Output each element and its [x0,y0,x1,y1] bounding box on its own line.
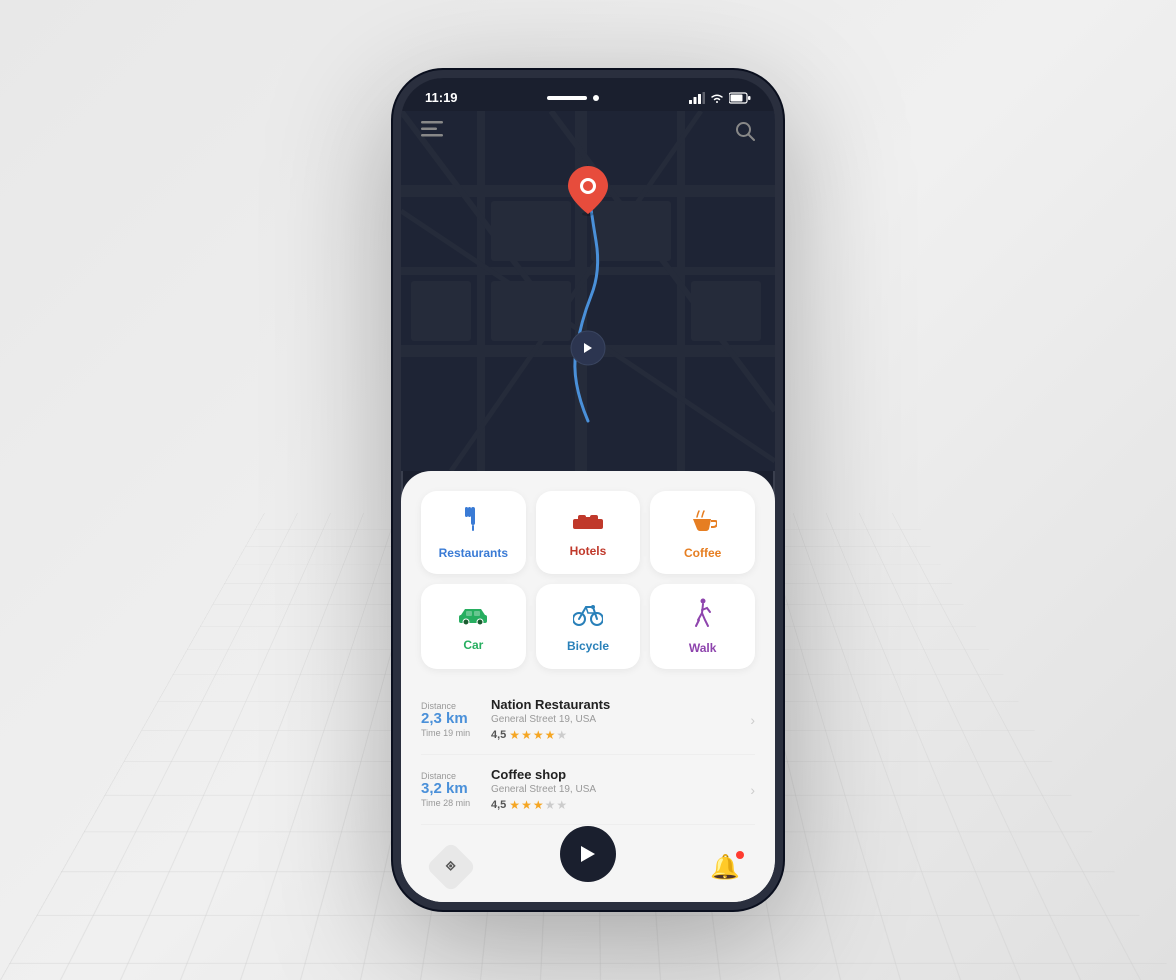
stars-container: ★★★★★ [509,728,567,742]
diamond-icon [444,859,458,876]
star-2: ★ [521,728,532,742]
menu-icon[interactable] [421,121,443,146]
place-item-coffee-shop[interactable]: Distance 3,2 km Time 28 min Coffee shop … [421,755,755,825]
phone-screen: 11:19 [401,78,775,902]
category-car[interactable]: Car [421,584,526,669]
nav-diamond [426,842,477,893]
star-3: ★ [533,728,544,742]
wifi-icon [709,92,725,104]
status-bar: 11:19 [401,78,775,111]
star-2: ★ [521,798,532,812]
star-5: ★ [556,728,567,742]
rating-number: 4,5 [491,729,506,741]
star-4: ★ [545,798,556,812]
bicycle-label: Bicycle [567,639,609,653]
place-address: General Street 19, USA [491,714,742,725]
bottom-sheet: Restaurants Hotels Coffee Car Bicycle [401,471,775,902]
category-coffee[interactable]: Coffee [650,491,755,574]
restaurants-icon [459,505,487,540]
place-name: Nation Restaurants [491,697,742,712]
map-topbar [401,121,775,146]
time-label: Time 19 min [421,728,481,738]
bicycle-icon [573,600,603,633]
star-4: ★ [545,728,556,742]
current-location-indicator [570,330,606,371]
chevron-icon: › [742,712,755,728]
category-restaurants[interactable]: Restaurants [421,491,526,574]
place-rating: 4,5 ★★★★★ [491,728,742,742]
car-icon [457,601,489,632]
coffee-label: Coffee [684,546,721,560]
distance-value: 3,2 km [421,781,481,798]
star-3: ★ [533,798,544,812]
category-hotels[interactable]: Hotels [536,491,641,574]
star-1: ★ [509,728,520,742]
status-notch [547,95,599,101]
hotels-icon [572,507,604,538]
star-5: ★ [556,798,567,812]
walk-label: Walk [689,641,717,655]
notch-dot [593,95,599,101]
destination-pin [568,166,608,221]
place-list: Distance 2,3 km Time 19 min Nation Resta… [421,685,755,825]
place-info: Coffee shop General Street 19, USA 4,5 ★… [491,767,742,812]
search-icon[interactable] [735,121,755,146]
place-distance: Distance 3,2 km Time 28 min [421,771,491,808]
stars-container: ★★★★★ [509,798,567,812]
time-label: Time 28 min [421,798,481,808]
car-label: Car [463,638,483,652]
phone-mockup: 11:19 [393,70,783,910]
star-1: ★ [509,798,520,812]
signal-icon [689,92,705,104]
status-time: 11:19 [425,90,458,105]
place-address: General Street 19, USA [491,784,742,795]
map-area [401,111,775,471]
walk-icon [692,598,714,635]
phone-body: 11:19 [393,70,783,910]
notification-badge [736,851,744,859]
restaurants-label: Restaurants [439,546,508,560]
place-info: Nation Restaurants General Street 19, US… [491,697,742,742]
bell-nav-button[interactable]: 🔔 [705,847,745,887]
place-distance: Distance 2,3 km Time 19 min [421,701,491,738]
distance-value: 2,3 km [421,711,481,728]
bell-icon: 🔔 [710,854,740,881]
chevron-icon: › [742,782,755,798]
category-bicycle[interactable]: Bicycle [536,584,641,669]
status-icons [689,92,751,104]
map-background [401,111,775,471]
rating-number: 4,5 [491,799,506,811]
hotels-label: Hotels [570,544,607,558]
coffee-icon [689,505,717,540]
place-item-nation-restaurants[interactable]: Distance 2,3 km Time 19 min Nation Resta… [421,685,755,755]
place-name: Coffee shop [491,767,742,782]
category-grid: Restaurants Hotels Coffee Car Bicycle [421,491,755,669]
category-walk[interactable]: Walk [650,584,755,669]
play-button[interactable] [560,826,616,882]
notch-bar [547,96,587,100]
battery-icon [729,92,751,104]
bell-wrapper: 🔔 [710,853,740,882]
place-rating: 4,5 ★★★★★ [491,798,742,812]
route-nav-button[interactable] [431,847,471,887]
